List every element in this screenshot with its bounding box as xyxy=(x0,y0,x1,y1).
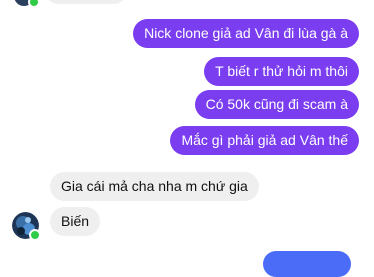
sent-message[interactable]: Mắc gì phải giả ad Vân thế xyxy=(170,126,359,155)
sent-bubble-partial xyxy=(263,251,351,277)
online-status-dot xyxy=(29,229,41,241)
sent-message[interactable]: T biết r thử hỏi m thôi xyxy=(204,57,359,86)
received-message[interactable]: Gia cái mả cha nha m chứ gia xyxy=(50,172,259,201)
online-status-dot-partial xyxy=(28,0,40,8)
sent-message[interactable]: Nick clone giả ad Vân đi lùa gà à xyxy=(133,19,359,48)
sent-message[interactable]: Có 50k cũng đi scam à xyxy=(194,90,359,119)
received-message[interactable]: Biến xyxy=(50,207,101,236)
received-bubble-partial xyxy=(46,0,126,4)
